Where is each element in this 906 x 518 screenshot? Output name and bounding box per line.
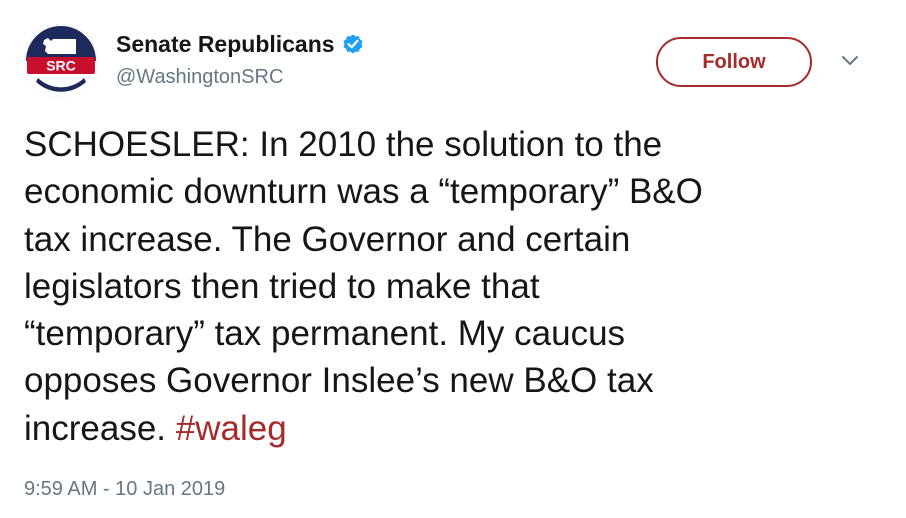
avatar-logo-text: SRC: [46, 58, 76, 74]
tweet-text: SCHOESLER: In 2010 the solution to the e…: [24, 121, 874, 452]
tweet-card: SRC Senate Republicans @WashingtonSRC Fo…: [0, 0, 906, 518]
tweet-text-body: SCHOESLER: In 2010 the solution to the e…: [24, 125, 703, 448]
src-logo-icon: SRC: [24, 24, 98, 98]
avatar[interactable]: SRC: [24, 24, 98, 98]
chevron-down-icon[interactable]: [840, 53, 860, 69]
hashtag-link[interactable]: #waleg: [176, 409, 287, 448]
verified-badge-icon: [341, 32, 365, 56]
follow-button[interactable]: Follow: [656, 37, 812, 87]
display-name-row[interactable]: Senate Republicans: [116, 28, 365, 60]
tweet-timestamp[interactable]: 9:59 AM - 10 Jan 2019: [24, 478, 225, 501]
user-handle[interactable]: @WashingtonSRC: [116, 66, 283, 89]
display-name[interactable]: Senate Republicans: [116, 31, 335, 58]
